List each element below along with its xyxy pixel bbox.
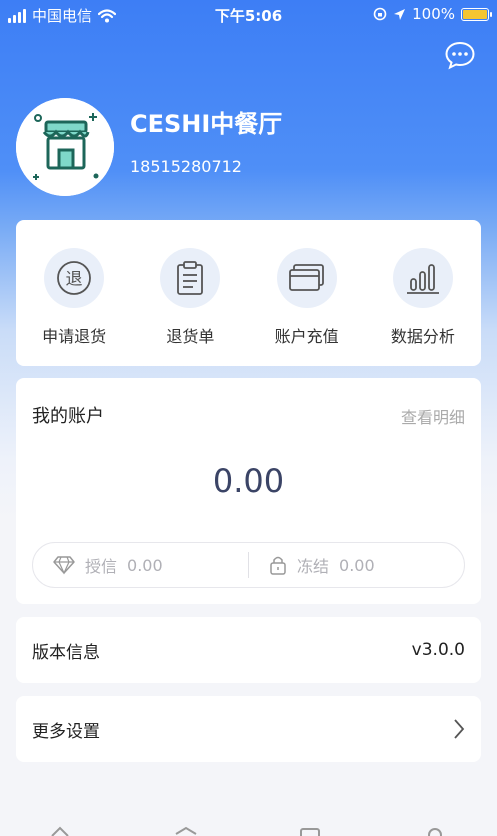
version-value: v3.0.0 (411, 640, 465, 660)
action-label: 退货单 (166, 327, 215, 346)
tab-profile-icon[interactable] (423, 826, 447, 836)
credit-frozen-bar: 授信 0.00 冻结 0.00 (32, 542, 465, 588)
diamond-icon (53, 556, 75, 575)
view-details-link[interactable]: 查看明细 (401, 404, 465, 428)
svg-text:退: 退 (66, 270, 83, 290)
settings-label: 更多设置 (32, 721, 100, 742)
action-label: 数据分析 (390, 327, 455, 346)
credit-info: 授信 0.00 (33, 553, 248, 577)
frozen-info: 冻结 0.00 (249, 553, 464, 577)
more-settings-row[interactable]: 更多设置 (16, 696, 481, 762)
chat-icon[interactable] (444, 40, 476, 70)
quick-actions-card: 退 申请退货 退货单 账户充值 数据分析 (16, 220, 481, 366)
action-data-analysis[interactable]: 数据分析 (365, 220, 481, 366)
action-recharge[interactable]: 账户充值 (249, 220, 365, 366)
tab-category-icon[interactable] (174, 826, 198, 836)
return-circle-icon: 退 (44, 248, 105, 308)
bar-chart-icon (392, 248, 453, 308)
clipboard-icon (160, 248, 221, 308)
version-label: 版本信息 (32, 642, 100, 663)
storefront-icon (16, 98, 114, 196)
frozen-value: 0.00 (339, 555, 375, 575)
chevron-right-icon (454, 719, 465, 739)
version-info-row[interactable]: 版本信息 v3.0.0 (16, 617, 481, 683)
status-bar: 中国电信 下午5:06 100% (0, 0, 497, 30)
phone-number: 18515280712 (130, 157, 242, 176)
account-balance: 0.00 (212, 462, 285, 500)
action-return-orders[interactable]: 退货单 (132, 220, 248, 366)
credit-label: 授信 (85, 557, 118, 576)
action-label: 申请退货 (42, 327, 107, 346)
account-title: 我的账户 (32, 406, 104, 427)
shop-avatar[interactable] (16, 98, 114, 196)
tab-bar (0, 812, 497, 836)
action-label: 账户充值 (274, 327, 339, 346)
tab-orders-icon[interactable] (298, 826, 322, 836)
lock-icon (270, 556, 286, 575)
action-apply-return[interactable]: 退 申请退货 (16, 220, 132, 366)
location-icon (394, 8, 406, 20)
frozen-label: 冻结 (297, 557, 330, 576)
tab-home-icon[interactable] (48, 826, 72, 836)
credit-value: 0.00 (127, 555, 163, 575)
battery-percent: 100% (412, 5, 455, 23)
rotation-lock-icon (373, 7, 387, 21)
battery-icon (461, 7, 492, 21)
cards-icon (276, 248, 337, 308)
account-card: 我的账户 查看明细 0.00 授信 0.00 冻结 0.00 (16, 378, 481, 604)
shop-name: CESHI中餐厅 (130, 110, 283, 138)
